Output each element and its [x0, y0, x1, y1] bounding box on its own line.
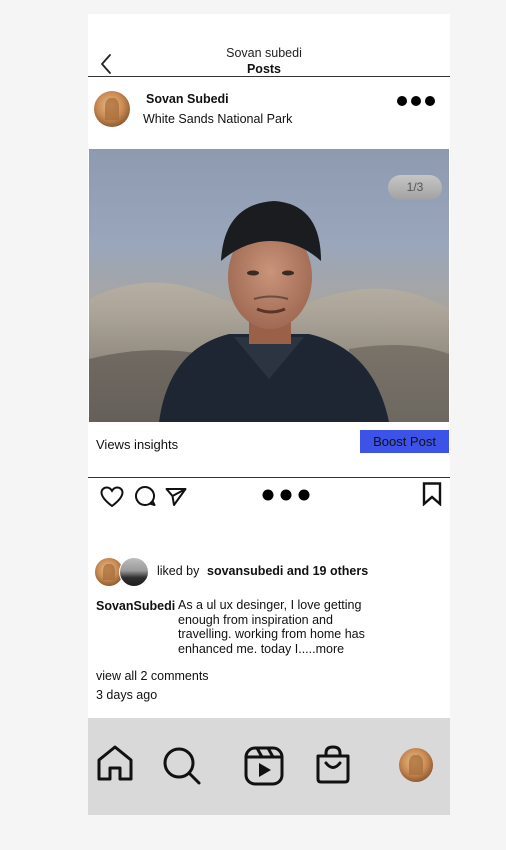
- send-icon[interactable]: [165, 487, 187, 507]
- carousel-dots-icon: [262, 489, 310, 501]
- bottom-tab-bar: [88, 718, 450, 815]
- post-username[interactable]: Sovan Subedi: [146, 92, 229, 106]
- search-icon[interactable]: [162, 746, 202, 786]
- reels-icon[interactable]: [244, 746, 284, 786]
- profile-tab-avatar[interactable]: [399, 748, 433, 782]
- caption-username[interactable]: SovanSubedi: [96, 599, 175, 613]
- liked-by-label: liked by: [157, 564, 200, 578]
- post-location[interactable]: White Sands National Park: [143, 112, 292, 126]
- view-insights-link[interactable]: Views insights: [96, 437, 178, 452]
- comment-icon[interactable]: [134, 485, 156, 507]
- image-counter-badge: 1/3: [388, 175, 442, 200]
- bookmark-icon[interactable]: [422, 482, 442, 506]
- more-options-icon[interactable]: [396, 94, 436, 108]
- phone-screen: Sovan subedi Posts Sovan Subedi White Sa…: [88, 14, 450, 815]
- home-icon[interactable]: [96, 744, 134, 782]
- heart-icon[interactable]: [100, 486, 124, 508]
- header-divider: [88, 76, 450, 77]
- profile-name-title: Sovan subedi: [226, 46, 302, 60]
- shopping-bag-icon[interactable]: [314, 744, 352, 784]
- caption-text[interactable]: As a ul ux desinger, I love getting enou…: [178, 598, 388, 656]
- page-title: Posts: [246, 62, 282, 76]
- liker-avatar[interactable]: [119, 557, 149, 587]
- liked-by-names[interactable]: sovansubedi and 19 others: [207, 564, 368, 578]
- view-comments-link[interactable]: view all 2 comments: [96, 669, 209, 683]
- post-timestamp: 3 days ago: [96, 688, 158, 702]
- actions-divider: [88, 477, 450, 478]
- boost-post-button[interactable]: Boost Post: [360, 430, 449, 453]
- user-avatar[interactable]: [94, 91, 130, 127]
